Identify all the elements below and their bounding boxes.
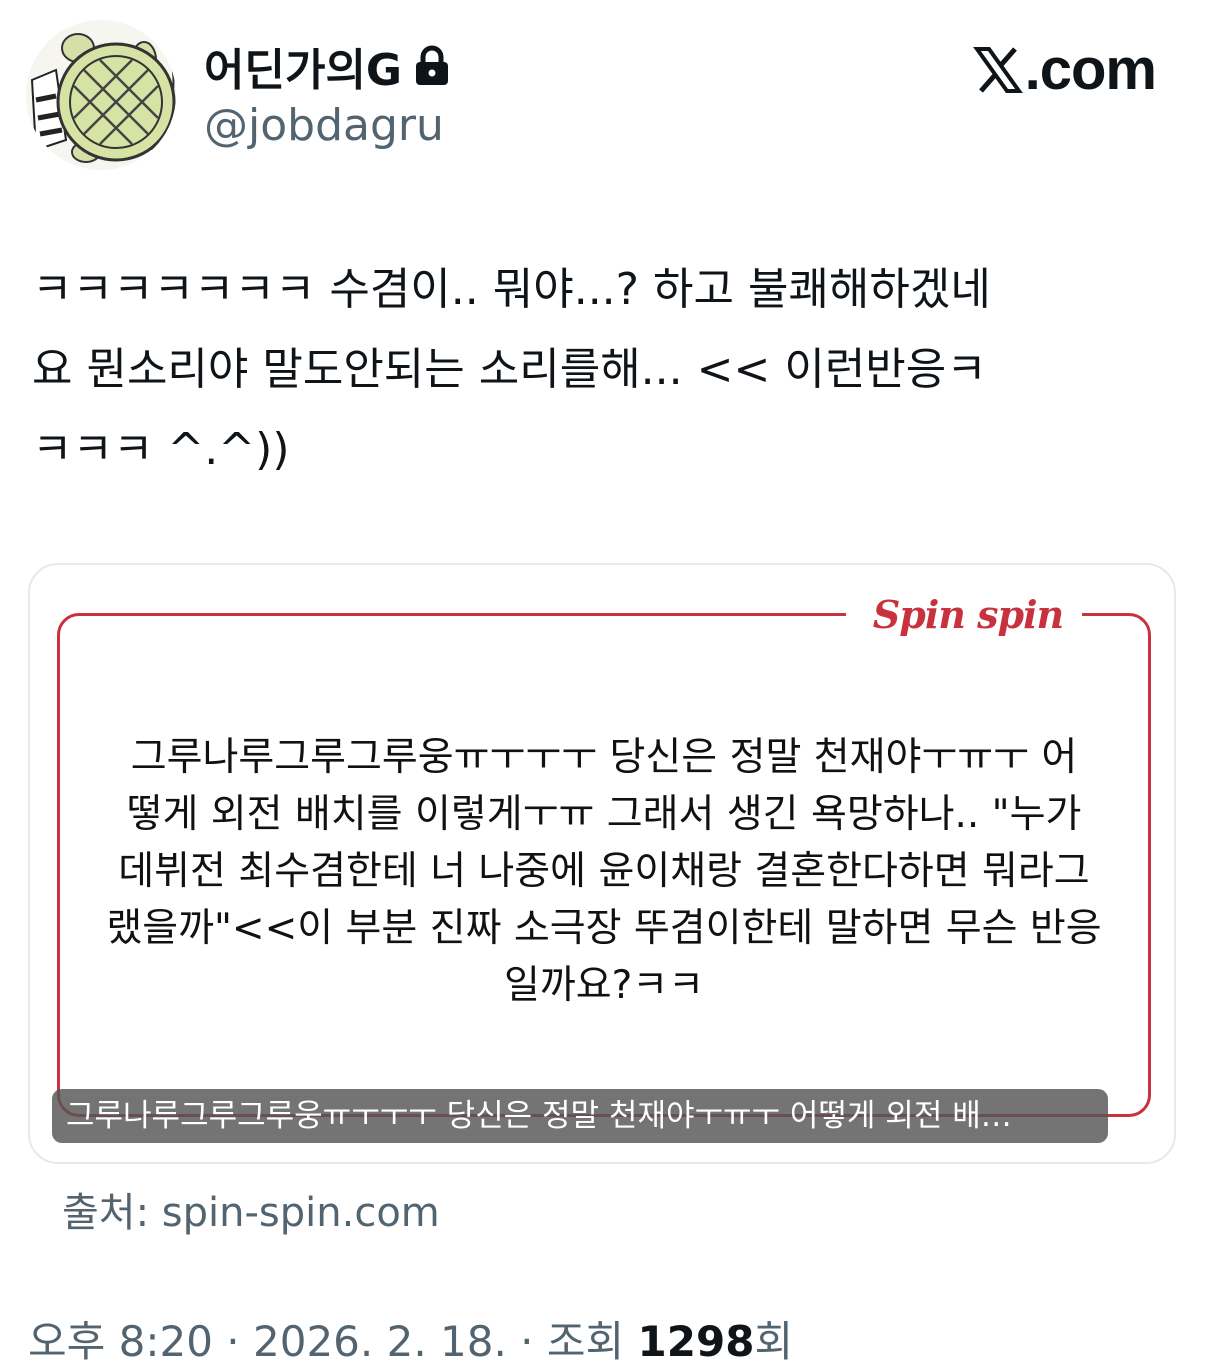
- display-name[interactable]: 어딘가의G: [204, 34, 450, 98]
- meta-separator: ·: [212, 1317, 254, 1366]
- tweet-meta: 오후 8:20 · 2026. 2. 18. · 조회 1298회: [28, 1308, 793, 1369]
- display-name-text: 어딘가의G: [204, 45, 403, 96]
- card-caption: 그루나루그루그루웅ㅠㅜㅜㅜ 당신은 정말 천재야ㅜㅠㅜ 어떻게 외전 배…: [52, 1089, 1108, 1143]
- tweet-text-line: ㅋㅋㅋ ^.^)): [32, 424, 290, 475]
- views-count: 1298: [637, 1317, 755, 1366]
- user-handle[interactable]: @jobdagru: [204, 100, 444, 151]
- x-brand: .com: [972, 36, 1157, 103]
- turtle-avatar[interactable]: [26, 20, 176, 170]
- card-body-text: 그루나루그루그루웅ㅠㅜㅜㅜ 당신은 정말 천재야ㅜㅠㅜ 어 떻게 외전 배치를 …: [90, 729, 1118, 1014]
- views-label: 조회: [546, 1317, 638, 1366]
- x-brand-label: .com: [1024, 37, 1157, 102]
- tweet-time[interactable]: 오후 8:20: [28, 1317, 213, 1366]
- lock-icon: [416, 45, 449, 85]
- meta-separator: ·: [506, 1317, 547, 1366]
- source-link[interactable]: 출처: spin-spin.com: [62, 1180, 440, 1238]
- avatar-image: [26, 20, 176, 170]
- x-logo-icon: [972, 46, 1023, 93]
- tweet-date[interactable]: 2026. 2. 18.: [253, 1317, 507, 1366]
- card-body-line: 떻게 외전 배치를 이렇게ㅜㅠ 그래서 생긴 욕망하나.. "누가: [126, 792, 1082, 837]
- spinspin-logo: Spin spin: [872, 592, 1064, 637]
- tweet-text: ㅋㅋㅋㅋㅋㅋㅋ 수겸이.. 뭐야...? 하고 불쾌해하겠네 요 뭔소리야 말도…: [32, 250, 1182, 490]
- card-body-line: 그루나루그루그루웅ㅠㅜㅜㅜ 당신은 정말 천재야ㅜㅠㅜ 어: [130, 735, 1078, 780]
- card-body-line: 랬을까"<<이 부분 진짜 소극장 뚜겸이한테 말하면 무슨 반응: [106, 906, 1102, 951]
- card-body-line: 일까요?ㅋㅋ: [503, 963, 705, 1008]
- link-card[interactable]: Spin spin 그루나루그루그루웅ㅠㅜㅜㅜ 당신은 정말 천재야ㅜㅠㅜ 어 …: [28, 563, 1176, 1164]
- views-suffix: 회: [754, 1317, 794, 1366]
- tweet-text-line: ㅋㅋㅋㅋㅋㅋㅋ 수겸이.. 뭐야...? 하고 불쾌해하겠네: [32, 264, 991, 315]
- tweet-header: 어딘가의G @jobdagru .com: [0, 0, 1206, 190]
- card-body-line: 데뷔전 최수겸한테 너 나중에 윤이채랑 결혼한다하면 뭐라그: [118, 849, 1090, 894]
- tweet-text-line: 요 뭔소리야 말도안되는 소리를해... << 이런반응ㅋ: [32, 344, 987, 395]
